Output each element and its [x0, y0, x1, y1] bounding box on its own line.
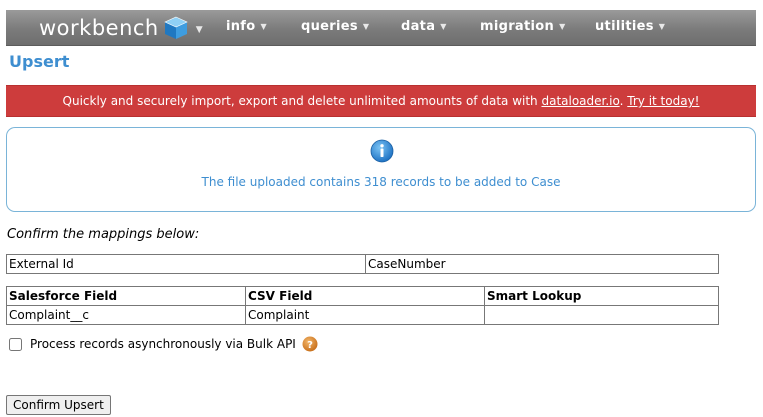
nav-item-label: data [401, 19, 436, 34]
column-header: CSV Field [245, 286, 485, 306]
chevron-down-icon: ▼ [260, 22, 267, 31]
chevron-down-icon: ▼ [440, 22, 447, 31]
column-header: Salesforce Field [6, 286, 246, 306]
bulk-api-checkbox[interactable] [9, 337, 22, 351]
nav-migration-menu[interactable]: migration ▼ [480, 19, 566, 34]
external-id-value: CaseNumber [365, 254, 719, 274]
svg-text:?: ? [307, 340, 313, 351]
nav-data-menu[interactable]: data ▼ [401, 19, 447, 34]
bulk-api-option: Process records asynchronously via Bulk … [9, 336, 318, 352]
salesforce-field-cell: Complaint__c [6, 305, 246, 325]
cube-icon [164, 16, 188, 39]
table-row: Complaint__c Complaint [6, 305, 719, 325]
help-icon[interactable]: ? [302, 336, 318, 352]
table-row: External Id CaseNumber [6, 254, 719, 274]
mapping-instruction: Confirm the mappings below: [7, 227, 200, 242]
chevron-down-icon: ▼ [559, 22, 566, 31]
top-navbar: workbench ▼ info ▼ queries ▼ data ▼ migrati… [6, 10, 756, 46]
nav-item-label: utilities [595, 19, 654, 34]
page-title: Upsert [9, 52, 70, 71]
brand-logo[interactable]: workbench ▼ [39, 14, 203, 42]
nav-info-menu[interactable]: info ▼ [226, 19, 267, 34]
confirm-upsert-button[interactable]: Confirm Upsert [6, 395, 111, 415]
nav-utilities-menu[interactable]: utilities ▼ [595, 19, 665, 34]
nav-queries-menu[interactable]: queries ▼ [301, 19, 369, 34]
chevron-down-icon: ▼ [658, 22, 666, 31]
external-id-table: External Id CaseNumber [6, 254, 719, 274]
nav-item-label: migration [480, 19, 555, 34]
table-header-row: Salesforce Field CSV Field Smart Lookup [6, 286, 719, 306]
promo-banner: Quickly and securely import, export and … [6, 85, 756, 117]
info-icon [370, 139, 394, 163]
info-message-box: The file uploaded contains 318 records t… [6, 127, 756, 212]
brand-caret-icon[interactable]: ▼ [196, 25, 203, 35]
column-header: Smart Lookup [484, 286, 719, 306]
external-id-label: External Id [6, 254, 366, 274]
info-message: The file uploaded contains 318 records t… [201, 175, 561, 189]
field-mapping-table: Salesforce Field CSV Field Smart Lookup … [6, 286, 719, 325]
nav-item-label: info [226, 19, 256, 34]
nav-item-label: queries [301, 19, 358, 34]
chevron-down-icon: ▼ [362, 22, 370, 31]
bulk-api-label: Process records asynchronously via Bulk … [30, 337, 296, 351]
dataloader-link[interactable]: dataloader.io [541, 94, 619, 108]
try-it-link[interactable]: Try it today! [627, 94, 699, 108]
brand-name: workbench [39, 16, 159, 40]
smart-lookup-cell[interactable] [484, 305, 719, 325]
promo-text: Quickly and securely import, export and … [62, 94, 542, 108]
csv-field-cell: Complaint [245, 305, 485, 325]
